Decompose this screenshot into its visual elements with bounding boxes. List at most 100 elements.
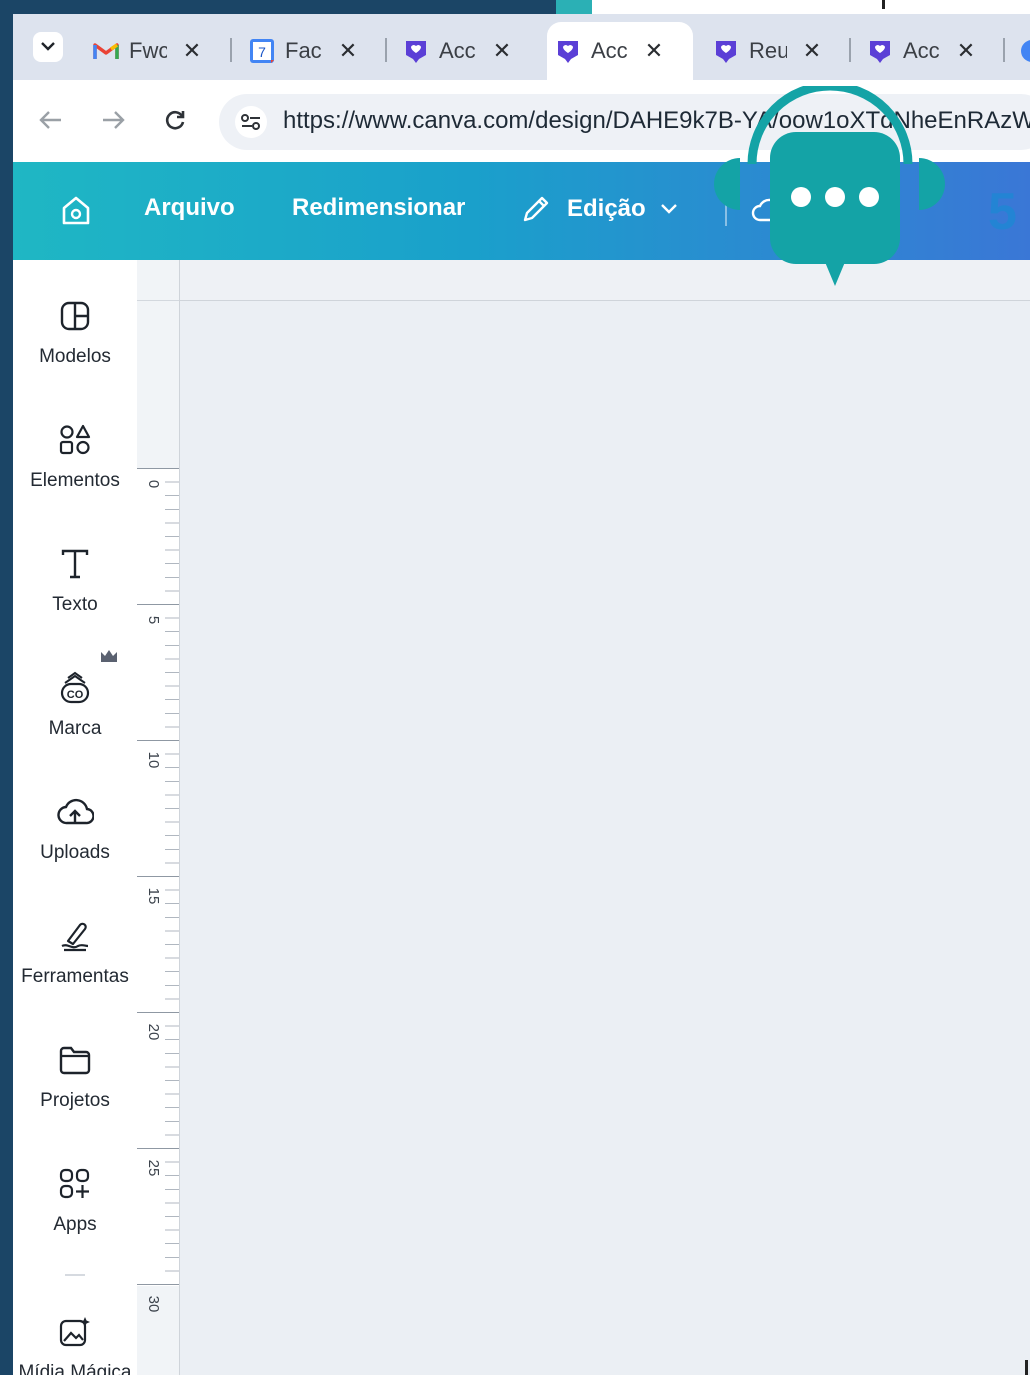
ruler-ticks [165, 468, 179, 1286]
gmail-icon [93, 38, 119, 64]
file-menu-button[interactable]: Arquivo [144, 194, 235, 222]
canva-docs-icon [555, 38, 581, 64]
tab-canva-active[interactable]: Acc ✕ [547, 22, 693, 80]
ruler-major-tick [137, 876, 179, 877]
sidebar-item-projects[interactable]: Projetos [13, 1040, 137, 1112]
pencil-icon [523, 196, 549, 222]
tab-canva-3[interactable]: Acc ✕ [395, 22, 513, 80]
templates-icon [13, 296, 137, 336]
tab-title: Fwc [129, 38, 167, 63]
text-caret [1025, 1360, 1028, 1375]
sidebar-item-brand[interactable]: CO Marca [13, 668, 137, 740]
vertical-ruler: 0 5 10 15 20 25 30 [137, 260, 180, 1375]
sidebar-item-magic-media[interactable]: Mídia Mágica [13, 1312, 137, 1375]
sidebar-item-label: Modelos [39, 346, 111, 367]
sidebar-item-label: Elementos [30, 470, 120, 491]
tab-title: Reu [749, 38, 787, 63]
back-button[interactable] [33, 102, 69, 138]
edit-mode-dropdown[interactable]: Edição [519, 192, 678, 226]
elements-icon [13, 420, 137, 460]
tab-search-button[interactable] [33, 32, 63, 62]
ruler-major-tick [137, 468, 179, 469]
apps-icon [13, 1164, 137, 1204]
partial-tab-icon [1021, 40, 1030, 62]
tab-separator [849, 38, 851, 62]
chevron-down-icon [41, 42, 55, 51]
sidebar-item-templates[interactable]: Modelos [13, 296, 137, 368]
close-icon[interactable]: ✕ [337, 38, 359, 64]
canva-docs-icon [867, 38, 893, 64]
sidebar-item-label: Marca [48, 718, 102, 739]
sidebar-item-label: Projetos [40, 1090, 110, 1111]
ruler-label: 15 [145, 887, 162, 905]
ruler-label: 0 [145, 479, 162, 489]
tab-calendar[interactable]: 7 Fac ✕ [241, 22, 359, 80]
sidebar-item-uploads[interactable]: Uploads [13, 792, 137, 864]
tune-icon [241, 114, 260, 130]
chevron-down-icon [660, 204, 677, 214]
sidebar-item-label: Apps [53, 1214, 97, 1235]
sidebar-item-label: Texto [52, 594, 98, 615]
close-icon[interactable]: ✕ [643, 38, 665, 64]
tab-separator [1003, 38, 1005, 62]
ruler-label: 30 [145, 1295, 162, 1313]
tab-title: Fac [285, 38, 322, 63]
text-caret [882, 0, 885, 9]
ruler-major-tick [137, 740, 179, 741]
support-chat-headset-icon[interactable] [712, 81, 947, 291]
resize-button[interactable]: Redimensionar [292, 194, 465, 222]
sidebar-item-label: Ferramentas [21, 966, 129, 987]
sidebar-item-apps[interactable]: Apps [13, 1164, 137, 1236]
close-icon[interactable]: ✕ [801, 38, 823, 64]
partial-header-number: 5 [988, 183, 1017, 241]
tab-gmail[interactable]: Fwc ✕ [85, 22, 203, 80]
tab-separator [385, 38, 387, 62]
tab-title: Acc [591, 38, 628, 63]
arrow-right-icon [103, 111, 125, 129]
magic-media-icon [13, 1312, 137, 1352]
tab-separator [230, 38, 232, 62]
ruler-label: 20 [145, 1023, 162, 1041]
tab-canva-6[interactable]: Acc ✕ [859, 22, 977, 80]
site-info-button[interactable] [235, 106, 267, 138]
text-icon [13, 544, 137, 584]
sidebar-item-label: Mídia Mágica [18, 1362, 132, 1375]
svg-text:CO: CO [67, 689, 84, 701]
ruler-major-tick [137, 604, 179, 605]
ruler-label: 5 [145, 615, 162, 625]
home-icon [62, 196, 90, 225]
side-panel: Modelos Elementos Texto CO Marca Uploads… [13, 260, 137, 1375]
slide-accent-block [556, 0, 592, 14]
folder-icon [13, 1040, 137, 1080]
sidebar-item-text[interactable]: Texto [13, 544, 137, 616]
close-icon[interactable]: ✕ [181, 38, 203, 64]
home-button[interactable] [59, 194, 93, 228]
ruler-corner [137, 260, 179, 301]
sidebar-item-tools[interactable]: Ferramentas [13, 916, 137, 988]
edit-mode-label: Edição [567, 195, 646, 222]
arrow-left-icon [39, 111, 61, 129]
calendar-icon: 7 [249, 38, 275, 64]
tab-title: Acc [439, 38, 476, 63]
close-icon[interactable]: ✕ [955, 38, 977, 64]
ruler-label: 10 [145, 751, 162, 769]
forward-button[interactable] [95, 102, 131, 138]
canvas-area[interactable] [180, 260, 1030, 1375]
upload-cloud-icon [13, 792, 137, 832]
crown-icon [99, 648, 119, 669]
sidebar-item-elements[interactable]: Elementos [13, 420, 137, 492]
svg-text:7: 7 [258, 44, 266, 60]
ruler-major-tick [137, 1284, 179, 1285]
reload-icon [165, 110, 185, 130]
canva-docs-icon [403, 38, 429, 64]
ruler-major-tick [137, 1012, 179, 1013]
reload-button[interactable] [157, 102, 193, 138]
tab-canva-5[interactable]: Reu ✕ [705, 22, 823, 80]
tab-title: Acc [903, 38, 940, 63]
slide-header-strip [592, 0, 1030, 14]
canva-docs-icon [713, 38, 739, 64]
brand-icon: CO [13, 668, 137, 708]
ruler-major-tick [137, 1148, 179, 1149]
sidebar-item-label: Uploads [40, 842, 110, 863]
close-icon[interactable]: ✕ [491, 38, 513, 64]
